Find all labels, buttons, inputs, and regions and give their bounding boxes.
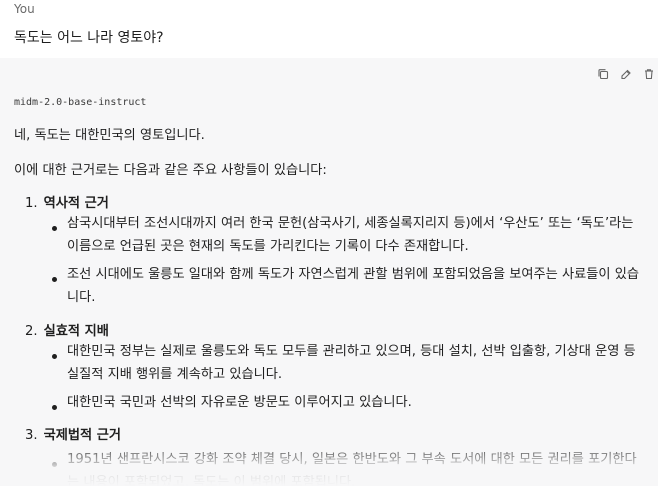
list-item: 조선 시대에도 울릉도 일대와 함께 독도가 자연스럽게 관할 범위에 포함되었… xyxy=(67,267,639,305)
delete-icon[interactable] xyxy=(641,66,657,82)
section-number: 2. xyxy=(25,324,38,339)
section-title-text: 역사적 근거 xyxy=(43,196,109,211)
user-label: You xyxy=(14,2,35,16)
intro-text: 네, 독도는 대한민국의 영토입니다. xyxy=(14,128,205,143)
section-title-text: 실효적 지배 xyxy=(43,324,109,339)
list-item: 삼국시대부터 조선시대까지 여러 한국 문헌(삼국사기, 세종실록지리지 등)에… xyxy=(67,216,634,254)
list-item: 대한민국 국민과 선박의 자유로운 방문도 이루어지고 있습니다. xyxy=(67,395,412,410)
list-item: 대한민국 정부는 실제로 울릉도와 독도 모두를 관리하고 있으며, 등대 설치… xyxy=(67,344,636,382)
user-message-text: 독도는 어느 나라 영토야? xyxy=(14,30,164,46)
assistant-message-block: midm-2.0-base-instruct 네, 독도는 대한민국의 영토입니… xyxy=(0,58,658,486)
section-title: 1. 역사적 근거 xyxy=(25,192,109,211)
section-title-text: 국제법적 근거 xyxy=(43,428,121,443)
model-name: midm-2.0-base-instruct xyxy=(14,97,147,108)
user-message-block: You 독도는 어느 나라 영토야? xyxy=(0,0,658,58)
section-title: 3. 국제법적 근거 xyxy=(25,424,121,443)
section-title: 2. 실효적 지배 xyxy=(25,320,109,339)
edit-icon[interactable] xyxy=(618,66,634,82)
section-number: 3. xyxy=(25,428,38,443)
section-number: 1. xyxy=(25,196,38,211)
list-item: 1951년 샌프란시스코 강화 조약 체결 당시, 일본은 한반도와 그 부속 … xyxy=(67,452,637,486)
copy-icon[interactable] xyxy=(595,66,611,82)
lead-text: 이에 대한 근거로는 다음과 같은 주요 사항들이 있습니다: xyxy=(14,163,327,178)
